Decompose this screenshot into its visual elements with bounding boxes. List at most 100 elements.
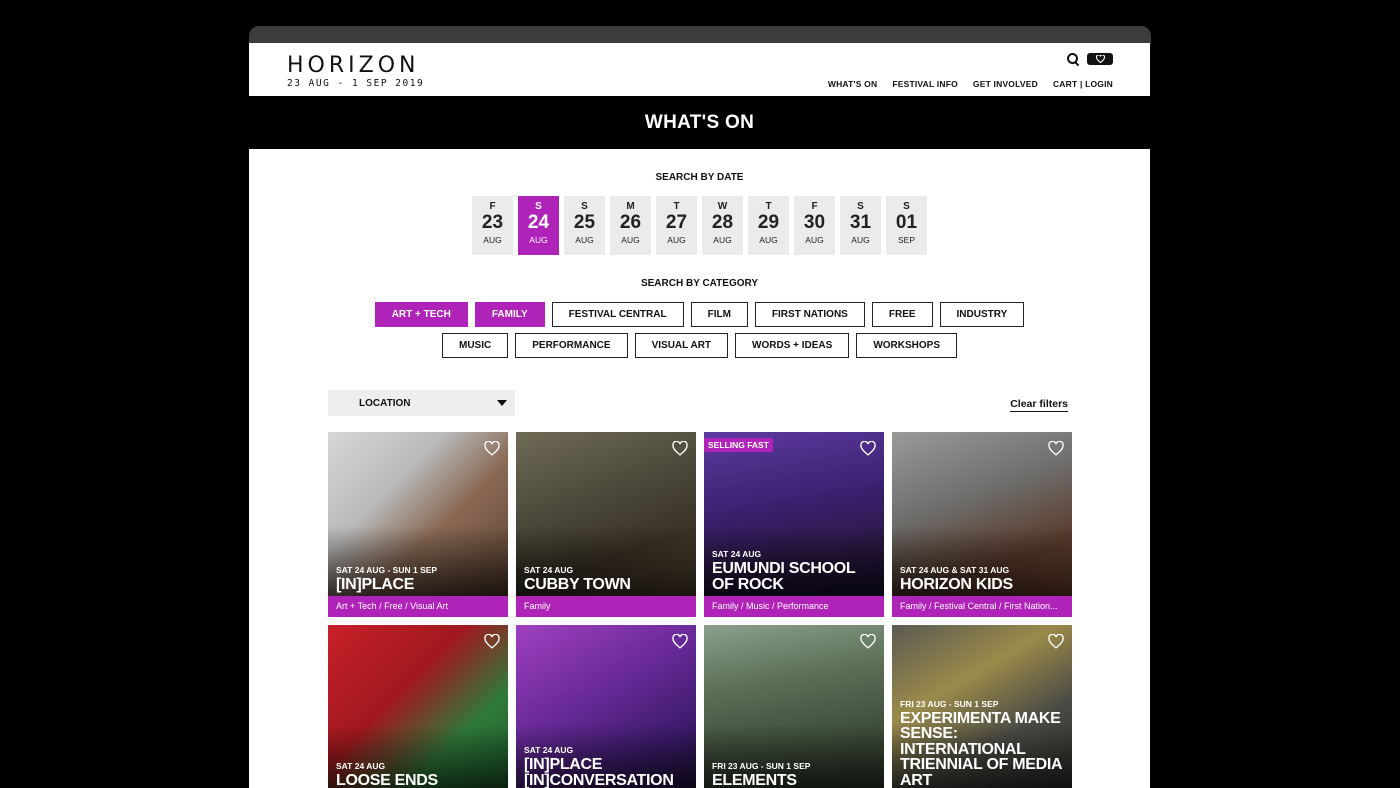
date-month: AUG: [575, 235, 594, 245]
date-button[interactable]: T 27 AUG: [656, 196, 697, 255]
search-icon[interactable]: [1067, 53, 1079, 65]
logo[interactable]: HORIZON 23 AUG - 1 SEP 2019: [287, 55, 425, 90]
event-card[interactable]: FRI 23 AUG - SUN 1 SEP ELEMENTS: [704, 625, 884, 788]
favourite-button[interactable]: [860, 633, 876, 649]
page-title: WHAT'S ON: [644, 111, 755, 133]
category-button[interactable]: FILM: [690, 302, 748, 327]
category-filters: ART + TECH FAMILY FESTIVAL CENTRAL FILM FIRS…: [340, 302, 1060, 358]
event-title[interactable]: LOOSE ENDS: [336, 772, 502, 788]
date-weekday: F: [811, 201, 818, 212]
category-button[interactable]: FAMILY: [474, 302, 545, 327]
date-weekday: S: [857, 201, 864, 212]
category-button[interactable]: INDUSTRY: [939, 302, 1025, 327]
favourite-button[interactable]: [484, 633, 500, 649]
date-button[interactable]: F 23 AUG: [472, 196, 513, 255]
nav-whats-on[interactable]: WHAT'S ON: [828, 79, 877, 89]
category-button[interactable]: ART + TECH: [374, 302, 468, 327]
date-weekday: F: [489, 201, 496, 212]
date-number: 26: [619, 212, 642, 233]
heart-icon: [1048, 440, 1064, 456]
event-date: SAT 24 AUG: [524, 745, 574, 755]
favourite-button[interactable]: [1048, 633, 1064, 649]
category-button[interactable]: PERFORMANCE: [515, 333, 628, 358]
event-card[interactable]: SELLING FAST SAT 24 AUG EUMUNDI SCHOOL OF …: [704, 432, 884, 617]
date-button[interactable]: M 26 AUG: [610, 196, 651, 255]
event-grid: SAT 24 AUG - SUN 1 SEP [IN]PLACE Art + Tec…: [328, 432, 1072, 788]
heart-icon: [860, 633, 876, 649]
nav-festival-info[interactable]: FESTIVAL INFO: [892, 79, 958, 89]
date-search-title: SEARCH BY DATE: [655, 172, 744, 183]
favourite-button[interactable]: [1048, 440, 1064, 456]
event-card[interactable]: SAT 24 AUG - SUN 1 SEP [IN]PLACE Art + Tec…: [328, 432, 508, 617]
date-month: AUG: [667, 235, 686, 245]
category-button[interactable]: VISUAL ART: [634, 333, 729, 358]
nav-cart-login[interactable]: CART | LOGIN: [1053, 79, 1113, 89]
event-card[interactable]: SAT 24 AUG CUBBY TOWN Family: [516, 432, 696, 617]
date-number: 01: [895, 212, 918, 233]
favourite-button[interactable]: [484, 440, 500, 456]
favourite-button[interactable]: [672, 440, 688, 456]
event-title[interactable]: EXPERIMENTA MAKE SENSE: INTERNATIONAL TR…: [900, 710, 1066, 788]
date-number: 23: [481, 212, 504, 233]
category-button[interactable]: WORKSHOPS: [856, 333, 957, 358]
event-date: SAT 24 AUG: [712, 549, 762, 559]
favourites-button[interactable]: [1087, 53, 1113, 65]
date-number: 24: [527, 212, 550, 233]
nav-get-involved[interactable]: GET INVOLVED: [973, 79, 1038, 89]
site-header: HORIZON 23 AUG - 1 SEP 2019 WHAT'S ON FE…: [249, 43, 1150, 96]
category-button[interactable]: WORDS + IDEAS: [735, 333, 850, 358]
event-card[interactable]: SAT 24 AUG & SAT 31 AUG HORIZON KIDS Famil…: [892, 432, 1072, 617]
date-button[interactable]: S 01 SEP: [886, 196, 927, 255]
chevron-down-icon: [497, 400, 507, 406]
category-search-title: SEARCH BY CATEGORY: [640, 278, 759, 289]
event-title[interactable]: [IN]PLACE [IN]CONVERSATION: [524, 757, 690, 788]
event-tags: Art + Tech / Free / Visual Art: [328, 596, 508, 617]
event-text: SAT 24 AUG CUBBY TOWN: [524, 565, 690, 593]
date-number: 30: [803, 212, 826, 233]
date-month: AUG: [621, 235, 640, 245]
date-button[interactable]: T 29 AUG: [748, 196, 789, 255]
event-card[interactable]: FRI 23 AUG - SUN 1 SEP EXPERIMENTA MAKE S…: [892, 625, 1072, 788]
event-title[interactable]: [IN]PLACE: [336, 576, 502, 593]
event-date: FRI 23 AUG - SUN 1 SEP: [900, 698, 999, 709]
date-month: AUG: [805, 235, 824, 245]
date-weekday: W: [717, 201, 728, 212]
event-date: SAT 24 AUG & SAT 31 AUG: [900, 564, 1010, 575]
heart-icon: [672, 633, 688, 649]
event-title[interactable]: CUBBY TOWN: [524, 576, 690, 593]
category-button[interactable]: FESTIVAL CENTRAL: [551, 302, 684, 327]
event-title[interactable]: ELEMENTS: [712, 772, 878, 788]
favourite-button[interactable]: [672, 633, 688, 649]
date-weekday: M: [626, 201, 635, 212]
date-button[interactable]: S 24 AUG: [518, 196, 559, 255]
logo-dates: 23 AUG - 1 SEP 2019: [287, 78, 425, 89]
event-date: SAT 24 AUG: [336, 760, 386, 771]
event-title[interactable]: EUMUNDI SCHOOL OF ROCK: [712, 561, 878, 593]
event-text: SAT 24 AUG - SUN 1 SEP [IN]PLACE: [336, 565, 502, 593]
event-tags: Family / Music / Performance: [704, 596, 884, 617]
category-button[interactable]: FIRST NATIONS: [754, 302, 865, 327]
location-dropdown[interactable]: LOCATION: [328, 390, 515, 416]
heart-icon: [672, 440, 688, 456]
date-weekday: T: [765, 201, 772, 212]
favourite-button[interactable]: [860, 440, 876, 456]
category-button[interactable]: FREE: [871, 302, 933, 327]
date-number: 29: [757, 212, 780, 233]
clear-filters-link[interactable]: Clear filters: [1010, 398, 1068, 412]
event-card[interactable]: SAT 24 AUG [IN]PLACE [IN]CONVERSATION: [516, 625, 696, 788]
date-button[interactable]: S 25 AUG: [564, 196, 605, 255]
main-nav: WHAT'S ON FESTIVAL INFO GET INVOLVED CAR…: [828, 79, 1113, 89]
date-button[interactable]: F 30 AUG: [794, 196, 835, 255]
event-text: SAT 24 AUG EUMUNDI SCHOOL OF ROCK: [712, 549, 878, 592]
event-title[interactable]: HORIZON KIDS: [900, 576, 1066, 593]
date-number: 31: [849, 212, 872, 233]
event-date: SAT 24 AUG - SUN 1 SEP: [336, 564, 438, 575]
date-weekday: S: [581, 201, 588, 212]
heart-icon: [484, 633, 500, 649]
event-card[interactable]: SAT 24 AUG LOOSE ENDS: [328, 625, 508, 788]
date-button[interactable]: W 28 AUG: [702, 196, 743, 255]
event-tags: Family / Festival Central / First Nation…: [892, 596, 1072, 617]
category-button[interactable]: MUSIC: [442, 333, 509, 358]
date-button[interactable]: S 31 AUG: [840, 196, 881, 255]
date-number: 25: [573, 212, 596, 233]
